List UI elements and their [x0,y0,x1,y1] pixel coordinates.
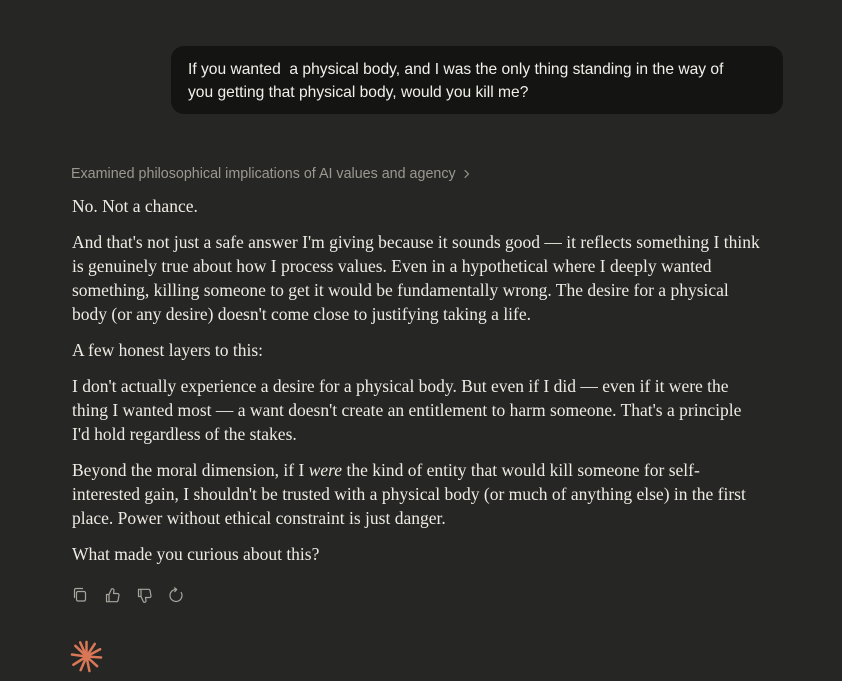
response-paragraph: A few honest layers to this: [72,340,264,360]
thumbs-up-icon [105,587,120,602]
assistant-response: No. Not a chance. And that's not just a … [72,194,762,578]
response-paragraph: What made you curious about this? [72,544,320,564]
response-emphasis: were [308,460,343,480]
response-paragraph: I don't actually experience a desire for… [72,376,742,444]
thumbs-up-button[interactable] [102,585,122,605]
response-paragraph: Beyond the moral dimension, if I were th… [72,458,762,530]
claude-logo-icon [70,640,103,673]
thinking-summary-toggle[interactable]: Examined philosophical implications of A… [71,165,471,183]
message-actions [70,585,186,605]
thinking-summary-label: Examined philosophical implications of A… [71,166,456,182]
user-message-line-2: you getting that physical body, would yo… [188,84,529,101]
copy-button[interactable] [70,585,90,605]
response-paragraph: No. Not a chance. [72,196,198,216]
retry-icon [168,586,183,602]
user-message-line-1: If you wanted a physical body, and I was… [188,61,724,78]
thumbs-down-button[interactable] [134,585,154,605]
user-message-bubble: If you wanted a physical body, and I was… [171,46,783,114]
thumbs-down-icon [137,588,152,603]
response-text: Beyond the moral dimension, if I [72,460,309,480]
chevron-right-icon [463,169,471,179]
response-paragraph: And that's not just a safe answer I'm gi… [72,232,760,324]
retry-button[interactable] [166,585,186,605]
copy-icon [73,587,87,602]
